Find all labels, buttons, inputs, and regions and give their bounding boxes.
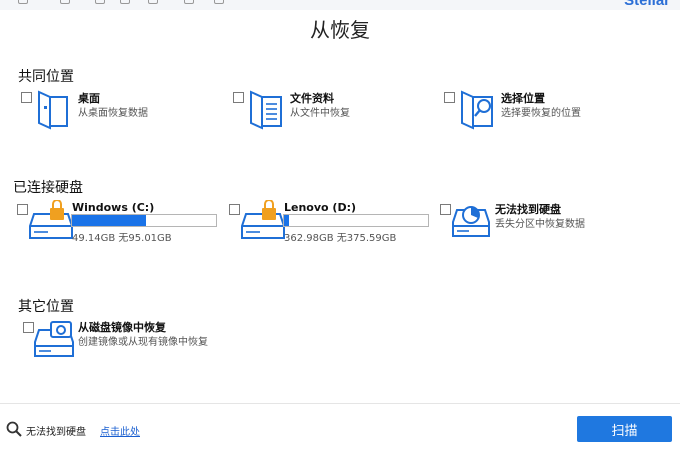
- footer-text: 无法找到硬盘: [26, 427, 86, 438]
- lost-partition-sub: 丢失分区中恢复数据: [495, 219, 585, 230]
- documents-sub: 从文件中恢复: [290, 108, 350, 119]
- documents-checkbox[interactable]: [233, 92, 244, 103]
- folder-search-icon: [461, 90, 493, 130]
- location-documents[interactable]: 文件资料 从文件中恢复: [232, 88, 432, 133]
- disk-image-sub: 创建镜像或从现有镜像中恢复: [78, 337, 208, 348]
- scan-button[interactable]: 扫描: [577, 416, 672, 442]
- search-icon: [6, 421, 22, 437]
- section-other-locations: 其它位置: [18, 299, 74, 315]
- drive-c-usage-fill: [72, 215, 147, 226]
- top-strip: Stellar: [0, 0, 680, 10]
- location-choose[interactable]: 选择位置 选择要恢复的位置: [443, 88, 663, 133]
- drive-d-usage: 362.98GB 无375.59GB: [284, 233, 397, 244]
- toolbar-icon[interactable]: [60, 0, 70, 4]
- documents-folder-icon: [250, 90, 282, 130]
- footer-bar: 无法找到硬盘 点击此处 扫描: [0, 403, 680, 450]
- lost-partition-checkbox[interactable]: [440, 204, 451, 215]
- drive-d[interactable]: Lenovo (D:) 362.98GB 无375.59GB: [228, 198, 433, 244]
- drive-lost-partition[interactable]: 无法找到硬盘 丢失分区中恢复数据: [439, 198, 659, 243]
- toolbar-icon[interactable]: [18, 0, 28, 4]
- click-here-link[interactable]: 点击此处: [100, 423, 140, 438]
- partition-drive-icon: [452, 206, 490, 237]
- drive-c-checkbox[interactable]: [17, 204, 28, 215]
- choose-location-checkbox[interactable]: [444, 92, 455, 103]
- locked-drive-icon: [241, 200, 285, 239]
- section-common-locations: 共同位置: [18, 69, 74, 85]
- toolbar-icon[interactable]: [184, 0, 194, 4]
- desktop-folder-icon: [38, 90, 68, 130]
- locked-drive-icon: [29, 200, 73, 239]
- drive-c[interactable]: Windows (C:) 49.14GB 无95.01GB: [16, 198, 221, 244]
- drive-d-usage-fill: [284, 215, 289, 226]
- desktop-sub: 从桌面恢复数据: [78, 108, 148, 119]
- drive-c-usage-bar: [71, 214, 217, 227]
- choose-location-sub: 选择要恢复的位置: [501, 108, 581, 119]
- drive-d-usage-bar: [283, 214, 429, 227]
- drive-c-label: Windows (C:): [72, 201, 155, 214]
- toolbar-icon[interactable]: [95, 0, 105, 4]
- disk-image-icon: [34, 321, 74, 357]
- toolbar-icon[interactable]: [214, 0, 224, 4]
- toolbar-icon[interactable]: [120, 0, 130, 4]
- toolbar-icon[interactable]: [148, 0, 158, 4]
- section-connected-drives: 已连接硬盘: [13, 180, 83, 196]
- desktop-checkbox[interactable]: [21, 92, 32, 103]
- drive-d-label: Lenovo (D:): [284, 201, 356, 214]
- brand-logo: Stellar: [624, 0, 670, 9]
- page-title: 从恢复: [310, 18, 370, 42]
- drive-d-checkbox[interactable]: [229, 204, 240, 215]
- drive-c-usage: 49.14GB 无95.01GB: [72, 233, 172, 244]
- location-desktop[interactable]: 桌面 从桌面恢复数据: [20, 88, 220, 133]
- location-disk-image[interactable]: 从磁盘镜像中恢复 创建镜像或从现有镜像中恢复: [22, 316, 262, 361]
